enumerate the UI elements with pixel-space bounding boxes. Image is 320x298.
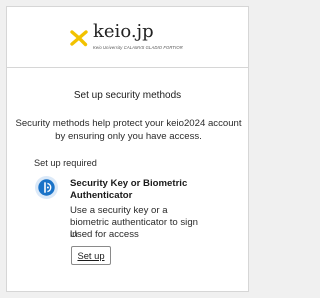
biometric-key-icon — [35, 176, 58, 199]
setup-button[interactable]: Set up — [71, 246, 111, 265]
brand-tagline: Keio University CALAMVS GLADIO FORTIOR — [93, 45, 183, 50]
method-usage: Used for access — [70, 229, 139, 240]
page-title: Set up security methods — [73, 90, 182, 101]
method-title: Security Key or Biometric Authenticator — [70, 178, 188, 201]
setup-card: keio.jp Keio University CALAMVS GLADIO F… — [6, 6, 249, 292]
keio-logo-icon — [70, 30, 88, 47]
section-label: Set up required — [34, 158, 97, 168]
brand-name: keio.jp — [93, 21, 154, 42]
header: keio.jp Keio University CALAMVS GLADIO F… — [7, 7, 248, 68]
page-description: Security methods help protect your keio2… — [15, 118, 242, 142]
